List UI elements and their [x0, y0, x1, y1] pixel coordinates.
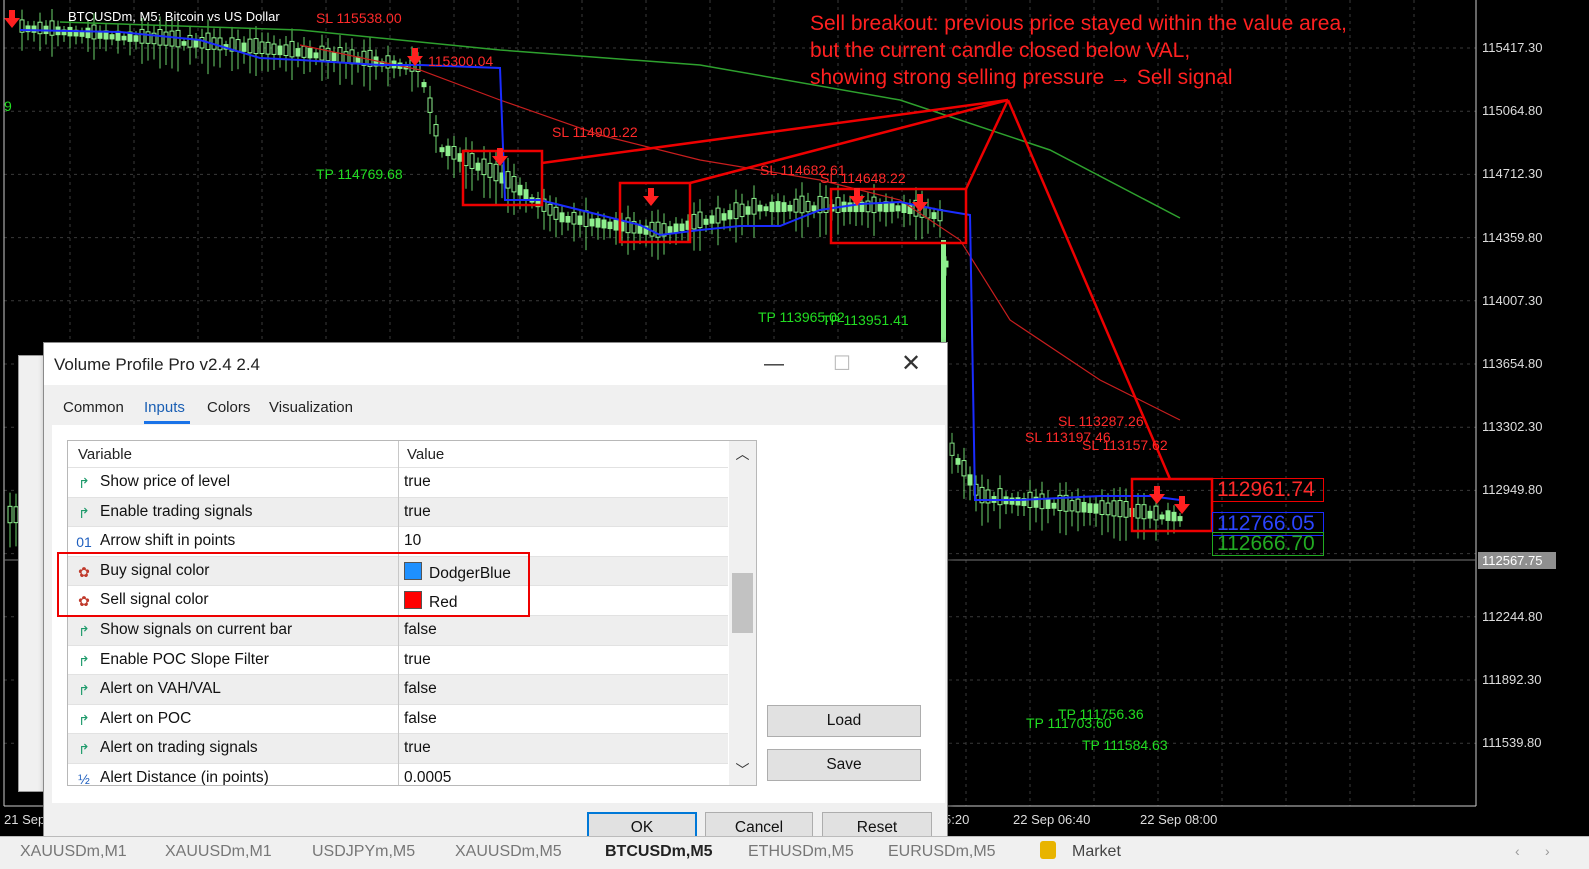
stop-loss-label: SL 114901.22 [552, 124, 638, 140]
row-value[interactable]: 10 [404, 532, 421, 550]
row-value[interactable]: true [404, 739, 431, 757]
minimize-icon[interactable]: — [751, 349, 797, 379]
row-variable: Alert on trading signals [100, 739, 258, 757]
active-tab-indicator [144, 421, 190, 424]
column-header-value[interactable]: Value [407, 446, 444, 463]
scroll-right-icon[interactable]: › [1545, 843, 1550, 859]
double-icon: ½ [78, 771, 90, 786]
take-profit-label: TP 111703.60 [1026, 715, 1112, 731]
chart-tab[interactable]: XAUUSDm,M5 [455, 843, 562, 861]
row-variable: Enable trading signals [100, 502, 253, 520]
maximize-icon: ☐ [833, 353, 851, 375]
price-axis-label: 114359.80 [1482, 229, 1543, 245]
dialog-title: Volume Profile Pro v2.4 2.4 [54, 355, 261, 374]
row-value[interactable]: false [404, 680, 437, 698]
price-axis-label: 115417.30 [1482, 40, 1543, 55]
price-axis-label: 112949.80 [1482, 482, 1543, 498]
row-value[interactable]: true [404, 503, 431, 521]
row-value[interactable]: false [404, 621, 437, 639]
close-icon[interactable]: ✕ [888, 349, 934, 379]
bool-icon: ↱ [78, 652, 90, 669]
save-button[interactable]: Save [767, 749, 921, 781]
bool-icon: ↱ [78, 475, 90, 491]
row-variable: Alert on POC [100, 709, 192, 727]
bool-icon: ↱ [78, 682, 90, 699]
take-profit-label: TP 113951.41 [822, 312, 909, 328]
chart-title: BTCUSDm, M5: Bitcoin vs US Dollar [68, 9, 280, 24]
current-price-label: 112567.75 [1478, 552, 1556, 569]
stop-loss-label: SL 114648.22 [820, 170, 906, 186]
sell-arrow-icon [4, 10, 20, 28]
stop-loss-label: SL 113287.26 [1058, 413, 1144, 429]
scroll-left-icon[interactable]: ‹ [1515, 843, 1520, 859]
load-button[interactable]: Load [767, 705, 921, 737]
scroll-up-icon[interactable]: ︿ [729, 441, 756, 467]
bool-icon: ↱ [78, 623, 90, 639]
price-axis-label: 111892.30 [1482, 672, 1542, 687]
column-header-variable[interactable]: Variable [78, 446, 132, 463]
bool-icon: ↱ [78, 504, 90, 521]
market-lock-icon [1040, 841, 1056, 859]
price-axis-label: 112244.80 [1482, 608, 1543, 624]
sell-arrow-icon [643, 188, 659, 206]
row-value[interactable]: true [404, 651, 431, 669]
chart-tab[interactable]: USDJPYm,M5 [312, 843, 415, 861]
stop-loss-label: SL 113157.62 [1082, 437, 1168, 453]
price-axis-label: 113302.30 [1482, 419, 1543, 435]
stop-loss-label: 115300.04 [428, 53, 494, 69]
row-variable: Show signals on current bar [100, 621, 293, 638]
tab-visualization[interactable]: Visualization [269, 399, 353, 416]
price-axis-label: 113654.80 [1482, 356, 1543, 371]
chart-tab[interactable]: BTCUSDm,M5 [605, 843, 713, 861]
vah-level-box: 112961.74 [1212, 478, 1324, 502]
chart-tabs-bar: XAUUSDm,M1 XAUUSDm,M1 USDJPYm,M5 XAUUSDm,M5… [0, 836, 1589, 869]
chart-tab[interactable]: XAUUSDm,M1 [20, 843, 127, 861]
market-status[interactable]: Market [1072, 843, 1121, 861]
take-profit-label: TP 111584.63 [1082, 737, 1168, 753]
chart-tab[interactable]: EURUSDm,M5 [888, 843, 996, 861]
tab-colors[interactable]: Colors [207, 399, 250, 416]
tab-common[interactable]: Common [63, 399, 124, 416]
sell-arrow-icon [407, 48, 423, 66]
row-variable: Arrow shift in points [100, 532, 236, 550]
left-edge-label: 9 [4, 98, 12, 114]
row-variable: Show price of level [100, 473, 231, 490]
annotation-text: Sell breakout: previous price stayed wit… [810, 12, 1347, 89]
scrollbar-thumb[interactable] [732, 573, 753, 633]
bool-icon: ↱ [78, 711, 90, 728]
highlight-color-rows [57, 552, 530, 617]
stop-loss-label: SL 115538.00 [316, 10, 402, 26]
price-axis-label: 115064.80 [1482, 103, 1543, 119]
int-icon: 01 [76, 534, 92, 551]
price-axis-label: 114712.30 [1482, 166, 1543, 182]
row-value[interactable]: 0.0005 [404, 769, 451, 785]
table-scrollbar[interactable]: ︿ ﹀ [729, 441, 756, 785]
row-value[interactable]: true [404, 473, 431, 491]
price-axis-label: 111539.80 [1482, 735, 1542, 751]
chart-tab[interactable]: XAUUSDm,M1 [165, 843, 272, 861]
price-axis-label: 114007.30 [1482, 292, 1543, 308]
dialog-titlebar[interactable]: Volume Profile Pro v2.4 2.4 — ☐ ✕ [44, 343, 947, 385]
time-axis-label: 22 Sep 06:40 [1013, 812, 1091, 827]
time-axis-label: 22 Sep 08:00 [1140, 812, 1218, 827]
dialog-tabs: Common Inputs Colors Visualization [44, 385, 947, 425]
tab-inputs[interactable]: Inputs [144, 399, 185, 416]
row-value[interactable]: false [404, 710, 437, 728]
time-axis-label: 21 Sep [4, 812, 46, 827]
chart-tab[interactable]: ETHUSDm,M5 [748, 843, 854, 861]
row-variable: Alert Distance (in points) [100, 769, 269, 786]
sell-arrow-icon [1149, 486, 1165, 504]
scroll-down-icon[interactable]: ﹀ [729, 757, 756, 783]
bool-icon: ↱ [78, 741, 90, 758]
row-variable: Alert on VAH/VAL [100, 680, 221, 698]
val-level-box: 112666.70 [1212, 532, 1324, 556]
take-profit-label: TP 114769.68 [316, 166, 403, 182]
row-variable: Enable POC Slope Filter [100, 650, 269, 668]
